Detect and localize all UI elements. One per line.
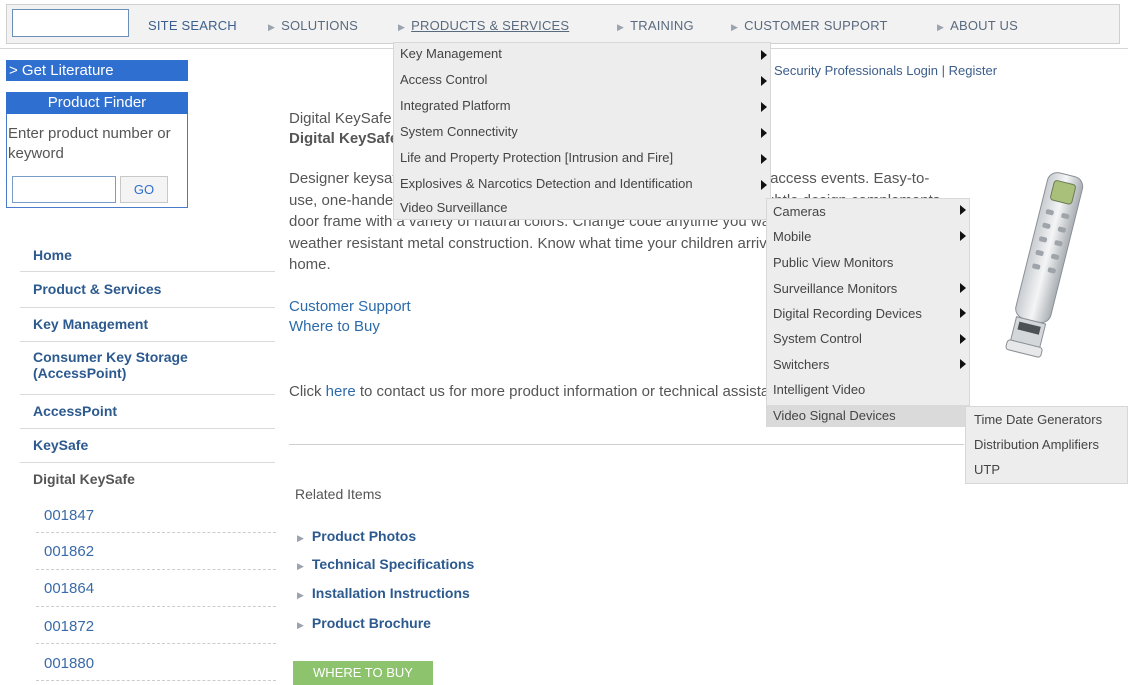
- submenu-arrow-icon: [960, 231, 966, 241]
- related-item-label: Product Brochure: [311, 615, 431, 631]
- related-items-title: Related Items: [295, 486, 382, 502]
- register-link[interactable]: Register: [949, 63, 997, 78]
- submenu-arrow-icon: [761, 102, 767, 112]
- submenu-arrow-icon: [960, 205, 966, 215]
- page-title: Digital KeySafe: [289, 130, 399, 147]
- related-arrow-icon: ▶: [297, 561, 304, 571]
- related-item-product-photos[interactable]: ▶ Product Photos: [297, 528, 416, 544]
- nav-solutions-label: SOLUTIONS: [281, 18, 359, 33]
- nav-arrow-icon: ▶: [937, 22, 945, 32]
- nav-products-services[interactable]: ▶ PRODUCTS & SERVICES: [398, 18, 569, 33]
- description-line: home.: [289, 256, 331, 273]
- digital-keysafe-image: [1005, 172, 1084, 358]
- site-search-input[interactable]: [12, 9, 129, 37]
- nav-solutions[interactable]: ▶ SOLUTIONS: [268, 18, 358, 33]
- left-nav-digital-keysafe[interactable]: Digital KeySafe: [20, 463, 275, 497]
- submenu-arrow-icon: [761, 128, 767, 138]
- left-subnav-item[interactable]: 001862: [36, 533, 276, 570]
- related-arrow-icon: ▶: [297, 533, 304, 543]
- menu-item-video-surveillance[interactable]: Video Surveillance: [400, 200, 507, 215]
- menu-item-surveillance-monitors[interactable]: Surveillance Monitors: [773, 281, 897, 296]
- submenu-arrow-icon: [761, 76, 767, 86]
- left-subnav-item[interactable]: 001880: [36, 644, 276, 681]
- left-nav-home[interactable]: Home: [20, 240, 275, 272]
- products-services-menu: Key Management Access Control Integrated…: [393, 42, 771, 220]
- left-subnav-item[interactable]: 001872: [36, 607, 276, 644]
- submenu-arrow-icon: [761, 180, 767, 190]
- product-finder-title: Product Finder: [6, 92, 188, 114]
- nav-training[interactable]: ▶ TRAINING: [617, 18, 694, 33]
- nav-about-us[interactable]: ▶ ABOUT US: [937, 18, 1018, 33]
- contact-here-link[interactable]: here: [326, 383, 356, 400]
- nav-about-us-label: ABOUT US: [950, 18, 1018, 33]
- menu-item-utp[interactable]: UTP: [974, 462, 1000, 477]
- nav-products-label: PRODUCTS & SERVICES: [411, 18, 570, 33]
- submenu-arrow-icon: [960, 308, 966, 318]
- related-item-label: Product Photos: [311, 528, 417, 544]
- menu-item-switchers[interactable]: Switchers: [773, 357, 829, 372]
- submenu-arrow-icon: [761, 50, 767, 60]
- related-item-label: Installation Instructions: [311, 585, 470, 601]
- menu-item-system-connectivity[interactable]: System Connectivity: [400, 124, 518, 139]
- contact-text: Click here to contact us for more produc…: [289, 383, 798, 400]
- contact-text-suffix: to contact us for more product informati…: [355, 383, 798, 400]
- breadcrumb: Digital KeySafe: [289, 110, 392, 127]
- menu-item-digital-recording-devices[interactable]: Digital Recording Devices: [773, 306, 922, 321]
- nav-arrow-icon: ▶: [617, 22, 625, 32]
- video-signal-devices-menu: Time Date Generators Distribution Amplif…: [965, 406, 1128, 484]
- left-subnav-item[interactable]: 001864: [36, 570, 276, 607]
- menu-item-public-view-monitors[interactable]: Public View Monitors: [773, 255, 893, 270]
- menu-item-distribution-amplifiers[interactable]: Distribution Amplifiers: [974, 437, 1099, 452]
- submenu-arrow-icon: [960, 359, 966, 369]
- menu-item-intelligent-video[interactable]: Intelligent Video: [773, 382, 865, 397]
- left-nav-product-services[interactable]: Product & Services: [20, 272, 275, 308]
- customer-support-link[interactable]: Customer Support: [289, 298, 411, 315]
- where-to-buy-button[interactable]: WHERE TO BUY: [293, 661, 433, 685]
- related-item-label: Technical Specifications: [311, 556, 475, 572]
- content-divider: [289, 444, 964, 445]
- menu-item-system-control[interactable]: System Control: [773, 331, 862, 346]
- nav-training-label: TRAINING: [630, 18, 694, 33]
- menu-item-cameras[interactable]: Cameras: [773, 204, 826, 219]
- related-arrow-icon: ▶: [297, 590, 304, 600]
- menu-item-integrated-platform[interactable]: Integrated Platform: [400, 98, 511, 113]
- related-item-product-brochure[interactable]: ▶ Product Brochure: [297, 615, 431, 631]
- get-literature-link[interactable]: > Get Literature: [6, 60, 188, 81]
- contact-text-prefix: Click: [289, 383, 326, 400]
- nav-customer-support[interactable]: ▶ CUSTOMER SUPPORT: [731, 18, 888, 33]
- left-nav-keysafe[interactable]: KeySafe: [20, 429, 275, 463]
- product-finder-label: Enter product number or keyword: [8, 125, 171, 162]
- submenu-arrow-icon: [761, 154, 767, 164]
- submenu-arrow-icon: [960, 283, 966, 293]
- login-bar: Security Professionals Login | Register: [774, 63, 997, 78]
- menu-item-explosives-narcotics[interactable]: Explosives & Narcotics Detection and Ide…: [400, 176, 693, 191]
- video-surveillance-menu: Cameras Mobile Public View Monitors Surv…: [766, 198, 970, 427]
- related-item-technical-specifications[interactable]: ▶ Technical Specifications: [297, 556, 474, 572]
- related-arrow-icon: ▶: [297, 620, 304, 630]
- left-nav-consumer-key-storage[interactable]: Consumer Key Storage (AccessPoint): [20, 342, 275, 395]
- site-search-button[interactable]: SITE SEARCH: [148, 18, 237, 33]
- related-item-installation-instructions[interactable]: ▶ Installation Instructions: [297, 585, 470, 601]
- submenu-arrow-icon: [960, 334, 966, 344]
- login-link[interactable]: Security Professionals Login: [774, 63, 938, 78]
- left-nav-accesspoint[interactable]: AccessPoint: [20, 395, 275, 429]
- menu-item-access-control[interactable]: Access Control: [400, 72, 487, 87]
- left-subnav-item[interactable]: 001847: [36, 497, 276, 533]
- menu-item-video-signal-devices[interactable]: Video Signal Devices: [773, 408, 896, 423]
- nav-arrow-icon: ▶: [268, 22, 276, 32]
- login-separator: |: [941, 63, 946, 78]
- product-finder-input[interactable]: [12, 176, 116, 203]
- menu-item-time-date-generators[interactable]: Time Date Generators: [974, 412, 1102, 427]
- nav-arrow-icon: ▶: [398, 22, 406, 32]
- nav-customer-support-label: CUSTOMER SUPPORT: [744, 18, 888, 33]
- left-nav-key-management[interactable]: Key Management: [20, 308, 275, 342]
- menu-item-key-management[interactable]: Key Management: [400, 46, 502, 61]
- product-finder-go-button[interactable]: GO: [120, 176, 168, 203]
- where-to-buy-link[interactable]: Where to Buy: [289, 318, 380, 335]
- menu-item-life-property-protection[interactable]: Life and Property Protection [Intrusion …: [400, 150, 673, 165]
- nav-arrow-icon: ▶: [731, 22, 739, 32]
- menu-item-mobile[interactable]: Mobile: [773, 229, 811, 244]
